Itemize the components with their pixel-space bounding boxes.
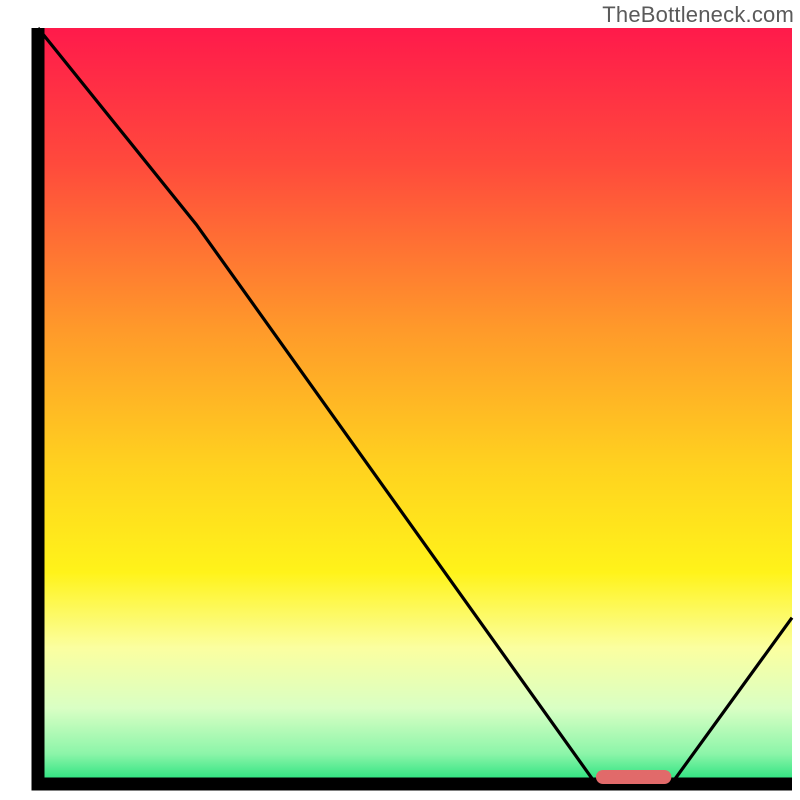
watermark-text: TheBottleneck.com (602, 2, 794, 28)
bottleneck-chart (0, 0, 800, 800)
chart-frame: TheBottleneck.com (0, 0, 800, 800)
plot-background (38, 28, 792, 784)
optimal-range-marker (596, 770, 671, 784)
